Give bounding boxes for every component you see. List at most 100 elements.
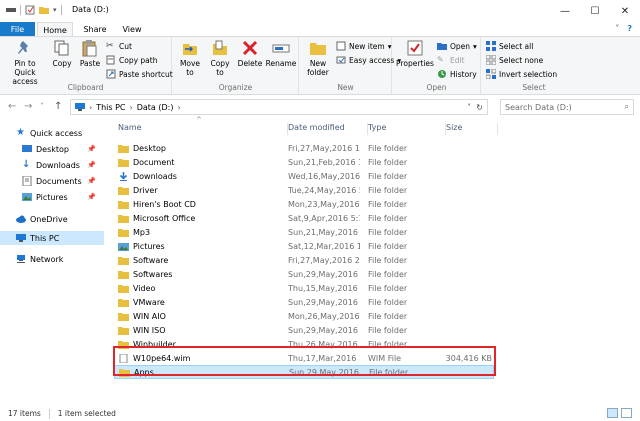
file-type: WIM File — [368, 353, 402, 363]
help-icon[interactable]: ? — [627, 24, 632, 33]
back-arrow-icon[interactable]: ← — [8, 101, 16, 112]
paste-label: Paste — [79, 59, 101, 68]
pin-icon[interactable]: 📌 — [87, 145, 96, 153]
table-row[interactable]: Downloads Wed,16,May,2016 ... File folder — [114, 169, 494, 183]
cut-label: Cut — [119, 41, 132, 51]
pin-quick-access-button[interactable]: Pin to Quick access — [4, 39, 46, 86]
column-header-type[interactable]: Type — [368, 123, 446, 135]
network-icon — [17, 255, 25, 263]
new-folder-button[interactable]: New folder — [304, 39, 332, 77]
breadcrumb-this-pc[interactable]: This PC — [96, 103, 125, 112]
rename-icon — [272, 44, 290, 53]
select-all-button[interactable]: Select all — [486, 41, 533, 51]
table-row[interactable]: Video Thu,15,May,2016 5:... File folder — [114, 281, 494, 295]
table-row[interactable]: Desktop Fri,27,May,2016 1... File folder — [114, 141, 494, 155]
column-header-date[interactable]: Date modified — [288, 123, 368, 135]
table-row[interactable]: Pictures Sat,12,Mar,2016 1:... File folder — [114, 239, 494, 253]
recent-locations-icon[interactable]: ˅ — [40, 102, 44, 111]
paste-shortcut-button[interactable]: Paste shortcut — [106, 69, 173, 79]
table-row[interactable]: W10pe64.wim Thu,17,Mar,2016 1... WIM File 3… — [114, 351, 494, 365]
table-row[interactable]: Software Fri,27,May,2016 2:... File folder — [114, 253, 494, 267]
table-row[interactable]: Document Sun,21,Feb,2016 1... File folder — [114, 155, 494, 169]
edit-button[interactable]: ✎ Edit — [437, 55, 465, 65]
forward-arrow-icon[interactable]: → — [24, 101, 32, 112]
pin-icon[interactable]: 📌 — [87, 161, 96, 169]
table-row[interactable]: Apps Sun,29,May,2016 3... File folder — [114, 365, 494, 379]
copy-to-button[interactable]: Copy to — [207, 39, 233, 77]
breadcrumb-drive[interactable]: Data (D:) — [137, 103, 174, 112]
nav-item-this-pc[interactable]: This PC — [0, 231, 104, 245]
nav-item-downloads[interactable]: ↓ Downloads 📌 — [0, 158, 104, 172]
pin-icon[interactable]: 📌 — [87, 193, 96, 201]
tab-home[interactable]: Home — [37, 22, 73, 37]
status-bar: 17 items 1 item selected — [0, 406, 640, 421]
pin-icon[interactable]: 📌 — [87, 177, 96, 185]
minimize-icon[interactable]: — — [550, 0, 580, 22]
up-arrow-icon[interactable]: ↑ — [54, 101, 62, 112]
table-row[interactable]: WIN AIO Mon,26,May,2016 ... File folder — [114, 309, 494, 323]
close-icon[interactable]: ✕ — [610, 0, 640, 22]
file-type: File folder — [368, 283, 408, 293]
quick-access-toolbar: ▾ — [6, 5, 62, 15]
table-row[interactable]: VMware Sun,29,May,2016 2... File folder — [114, 295, 494, 309]
chevron-right-icon[interactable]: › — [89, 103, 92, 112]
chevron-right-icon[interactable]: › — [130, 103, 133, 112]
file-name: Desktop — [133, 143, 166, 153]
cut-button[interactable]: ✂ Cut — [106, 41, 132, 51]
paste-button[interactable]: Paste — [78, 39, 102, 68]
nav-item-desktop[interactable]: Desktop 📌 — [0, 142, 104, 156]
rename-button[interactable]: Rename — [266, 39, 296, 68]
properties-button[interactable]: Properties — [396, 39, 434, 68]
delete-button[interactable]: Delete — [237, 39, 263, 68]
table-row[interactable]: Mp3 Sun,21,May,2016 5:... File folder — [114, 225, 494, 239]
file-date: Mon,23,May,2016 ... — [288, 199, 360, 209]
column-header-size[interactable]: Size — [446, 123, 498, 135]
copy-button[interactable]: Copy — [50, 39, 74, 68]
edit-label: Edit — [450, 55, 465, 65]
history-button[interactable]: History — [437, 69, 477, 79]
search-icon[interactable]: ⌕ — [625, 102, 629, 112]
invert-selection-button[interactable]: Invert selection — [486, 69, 557, 79]
chevron-down-icon[interactable]: ˅ — [615, 24, 619, 33]
column-header-name[interactable]: Name — [118, 123, 288, 135]
address-bar[interactable]: › This PC › Data (D:) › ˅ ↻ — [70, 99, 488, 115]
move-to-button[interactable]: Move to — [177, 39, 203, 77]
details-view-icon[interactable] — [607, 408, 618, 418]
properties-icon[interactable] — [25, 5, 35, 15]
table-row[interactable]: Driver Tue,24,May,2016 5:... File folder — [114, 183, 494, 197]
file-name-cell: Downloads — [118, 171, 286, 181]
delete-label: Delete — [237, 59, 263, 68]
nav-item-documents[interactable]: Documents 📌 — [0, 174, 104, 188]
file-name: Downloads — [133, 171, 177, 181]
maximize-icon[interactable]: ☐ — [580, 0, 610, 22]
open-button[interactable]: Open ▾ — [437, 41, 477, 51]
easy-access-button[interactable]: Easy access ▾ — [336, 55, 401, 65]
chevron-down-icon[interactable]: ▾ — [53, 6, 57, 14]
table-row[interactable]: Softwares Sun,29,May,2016 2... File folder — [114, 267, 494, 281]
nav-item-pictures[interactable]: Pictures 📌 — [0, 190, 104, 204]
copy-path-button[interactable]: Copy path — [106, 55, 157, 65]
nav-item-onedrive[interactable]: OneDrive — [0, 212, 104, 226]
new-item-button[interactable]: New item ▾ — [336, 41, 391, 51]
nav-item-network[interactable]: Network — [0, 252, 104, 266]
tab-share[interactable]: Share — [77, 22, 113, 36]
table-row[interactable]: WIN ISO Sun,29,May,2016 2... File folder — [114, 323, 494, 337]
new-folder-icon[interactable] — [39, 5, 49, 15]
desktop-icon — [22, 145, 32, 152]
table-row[interactable]: Hiren's Boot CD Mon,23,May,2016 ... File f… — [114, 197, 494, 211]
large-icons-view-icon[interactable] — [621, 408, 632, 418]
table-row[interactable]: Microsoft Office Sat,9,Apr,2016 5:1... Fil… — [114, 211, 494, 225]
search-input[interactable]: Search Data (D:) ⌕ — [500, 99, 634, 115]
folder-icon — [118, 228, 129, 237]
tab-view[interactable]: View — [114, 22, 150, 36]
divider — [48, 408, 50, 419]
tab-file[interactable]: File — [0, 22, 35, 36]
refresh-icon[interactable]: ↻ — [476, 103, 483, 112]
chevron-down-icon[interactable]: ˅ — [467, 103, 471, 112]
file-name-cell: Software — [118, 256, 286, 265]
chevron-right-icon[interactable]: › — [177, 103, 180, 112]
select-none-button[interactable]: Select none — [486, 55, 543, 65]
nav-item-quick-access[interactable]: ★ Quick access — [0, 126, 104, 140]
table-row[interactable]: Winbuilder Thu,26,May,2016 2... File folde… — [114, 337, 494, 351]
properties-icon — [407, 40, 423, 56]
